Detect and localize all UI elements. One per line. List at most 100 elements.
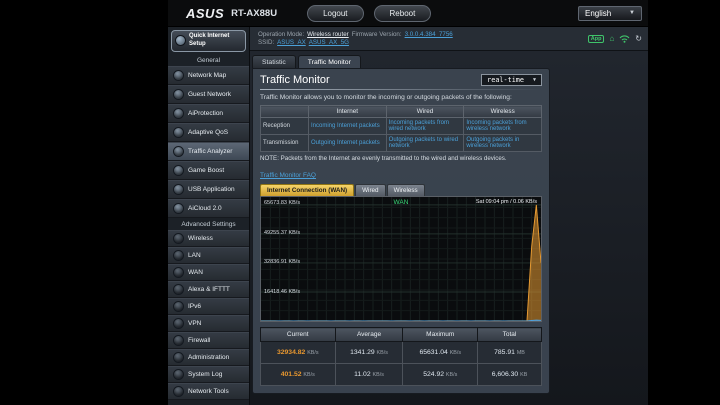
transmission-average: 11.02: [354, 371, 371, 378]
transmission-internet-link[interactable]: Outgoing Internet packets: [308, 134, 387, 152]
chart-tab-wireless[interactable]: Wireless: [386, 184, 425, 196]
table-row: Reception Incoming Internet packets Inco…: [260, 117, 542, 135]
transmission-wired-link[interactable]: Outgoing packets to wired network: [385, 134, 465, 152]
aiprotection-shield-icon: [173, 107, 184, 119]
traffic-analyzer-icon: [173, 145, 184, 157]
tab-traffic-monitor[interactable]: Traffic Monitor: [297, 55, 361, 68]
qis-line2: Setup: [189, 40, 206, 47]
sidebar-item-network-tools[interactable]: Network Tools: [168, 382, 249, 400]
section-title-advanced: Advanced Settings: [181, 220, 236, 228]
mode-dropdown[interactable]: real-time ▼: [481, 74, 542, 86]
top-bar: ASUS RT-AX88U Logout Reboot English ▼: [168, 0, 648, 27]
aicloud-icon: [173, 202, 184, 214]
page-title: Traffic Monitor: [260, 74, 330, 86]
ssid-5g-link[interactable]: ASUS_AX_5G: [309, 39, 349, 46]
chart-tab-wired[interactable]: Wired: [355, 184, 386, 196]
sidebar-item-ipv6[interactable]: IPv6: [168, 297, 249, 315]
language-dropdown[interactable]: English ▼: [578, 5, 642, 21]
content-area: Traffic Monitor real-time ▼ Traffic Moni…: [250, 68, 648, 405]
router-admin-page: ASUS RT-AX88U Logout Reboot English ▼ Qu…: [168, 0, 648, 405]
tab-statistic[interactable]: Statistic: [252, 55, 296, 68]
traffic-monitor-panel: Traffic Monitor real-time ▼ Traffic Moni…: [252, 68, 550, 394]
advanced-nav-list: Wireless LAN WAN Alexa & IFTTT IPv6 VPN: [168, 229, 249, 400]
chart-title: WAN: [393, 199, 409, 206]
note-text: NOTE: Packets from the Internet are even…: [260, 155, 507, 162]
network-tools-icon: [173, 385, 184, 397]
mode-value: real-time: [487, 76, 524, 84]
reboot-button[interactable]: Reboot: [373, 4, 432, 22]
chart-tabs: Internet Connection (WAN) Wired Wireless: [260, 184, 542, 196]
sidebar-item-usb-application[interactable]: USB Application: [168, 179, 249, 199]
wan-icon: [173, 266, 184, 278]
usb-application-icon: [173, 183, 184, 195]
sidebar-item-alexa-ifttt[interactable]: Alexa & IFTTT: [168, 280, 249, 298]
ipv6-icon: [173, 300, 184, 312]
sidebar-item-aicloud[interactable]: AiCloud 2.0: [168, 198, 249, 218]
lan-icon: [173, 249, 184, 261]
chevron-down-icon: ▼: [532, 77, 536, 83]
qis-line1: Quick Internet: [189, 33, 230, 39]
operation-mode-label: Operation Mode:: [258, 31, 305, 38]
wireless-icon: [173, 232, 184, 244]
intro-text: Traffic Monitor allows you to monitor th…: [260, 94, 512, 101]
adaptive-qos-icon: [173, 126, 184, 138]
language-label: English: [585, 8, 612, 18]
sidebar-item-adaptive-qos[interactable]: Adaptive QoS: [168, 122, 249, 142]
reception-maximum: 65631.04: [419, 349, 448, 356]
traffic-chart-plot: [261, 197, 541, 321]
sidebar-item-network-map[interactable]: Network Map: [168, 65, 249, 85]
sidebar-item-system-log[interactable]: System Log: [168, 365, 249, 383]
smart-home-icon[interactable]: ⌂: [609, 34, 614, 43]
ssid-label: SSID:: [258, 39, 275, 46]
guest-network-icon: [173, 88, 184, 100]
chart-timestamp: Sat 09:04 pm / 0.06 KB/s: [475, 199, 537, 205]
administration-icon: [173, 351, 184, 363]
sidebar-item-lan[interactable]: LAN: [168, 246, 249, 264]
section-title-general: General: [196, 56, 221, 64]
sidebar-item-game-boost[interactable]: Game Boost: [168, 160, 249, 180]
packet-matrix-table: Internet Wired Wireless Reception Incomi…: [260, 105, 542, 152]
sidebar-item-wan[interactable]: WAN: [168, 263, 249, 281]
router-model: RT-AX88U: [231, 7, 278, 19]
wifi-status-icon[interactable]: [619, 34, 630, 43]
quick-internet-setup-button[interactable]: Quick Internet Setup: [171, 30, 246, 52]
page-tabs: Statistic Traffic Monitor: [250, 51, 648, 68]
sidebar-item-vpn[interactable]: VPN: [168, 314, 249, 332]
main-column: Operation Mode: Wireless router Firmware…: [250, 27, 648, 405]
logout-button[interactable]: Logout: [307, 4, 364, 22]
sidebar-item-wireless[interactable]: Wireless: [168, 229, 249, 247]
sidebar-item-aiprotection[interactable]: AiProtection: [168, 103, 249, 123]
alexa-ifttt-icon: [173, 283, 184, 295]
sidebar-item-firewall[interactable]: Firewall: [168, 331, 249, 349]
reception-wired-link[interactable]: Incoming packets from wired network: [385, 117, 465, 135]
matrix-row-transmission-label: Transmission: [260, 134, 309, 152]
stats-row-reception: 32934.82 KB/s 1341.29 KB/s 65631.04 KB/s…: [260, 341, 542, 364]
reception-total: 785.91: [494, 349, 515, 356]
stats-header-total: Total: [477, 327, 542, 342]
firmware-update-icon[interactable]: ↻: [635, 34, 642, 43]
sidebar-item-traffic-analyzer[interactable]: Traffic Analyzer: [168, 141, 249, 161]
chevron-down-icon: ▼: [629, 10, 635, 16]
stats-header-maximum: Maximum: [402, 327, 479, 342]
matrix-header-wired: Wired: [385, 105, 465, 118]
reception-internet-link[interactable]: Incoming Internet packets: [308, 117, 387, 135]
sidebar-item-administration[interactable]: Administration: [168, 348, 249, 366]
quick-setup-icon: [175, 35, 186, 47]
title-divider: [260, 89, 542, 90]
reception-wireless-link[interactable]: Incoming packets from wireless network: [463, 117, 542, 135]
router-app-icon[interactable]: App: [587, 34, 605, 43]
ssid-24g-link[interactable]: ASUS_AX: [277, 39, 306, 46]
stats-header-current: Current: [260, 327, 336, 342]
traffic-monitor-faq-link[interactable]: Traffic Monitor FAQ: [260, 172, 316, 179]
transmission-maximum: 524.92: [423, 371, 445, 378]
operation-mode-link[interactable]: Wireless router: [307, 31, 349, 38]
general-nav-list: Network Map Guest Network AiProtection A…: [168, 65, 249, 218]
y-axis-label: 65673.83 KB/s: [264, 200, 301, 206]
firmware-version-link[interactable]: 3.0.0.4.384_7756: [405, 31, 453, 38]
y-axis-label: 49255.37 KB/s: [264, 230, 301, 236]
reception-average: 1341.29: [350, 349, 375, 356]
traffic-stats-table: Current Average Maximum Total 32934.82 K…: [260, 327, 542, 386]
transmission-wireless-link[interactable]: Outgoing packets in wireless network: [463, 134, 542, 152]
sidebar-item-guest-network[interactable]: Guest Network: [168, 84, 249, 104]
chart-tab-wan[interactable]: Internet Connection (WAN): [260, 184, 355, 196]
